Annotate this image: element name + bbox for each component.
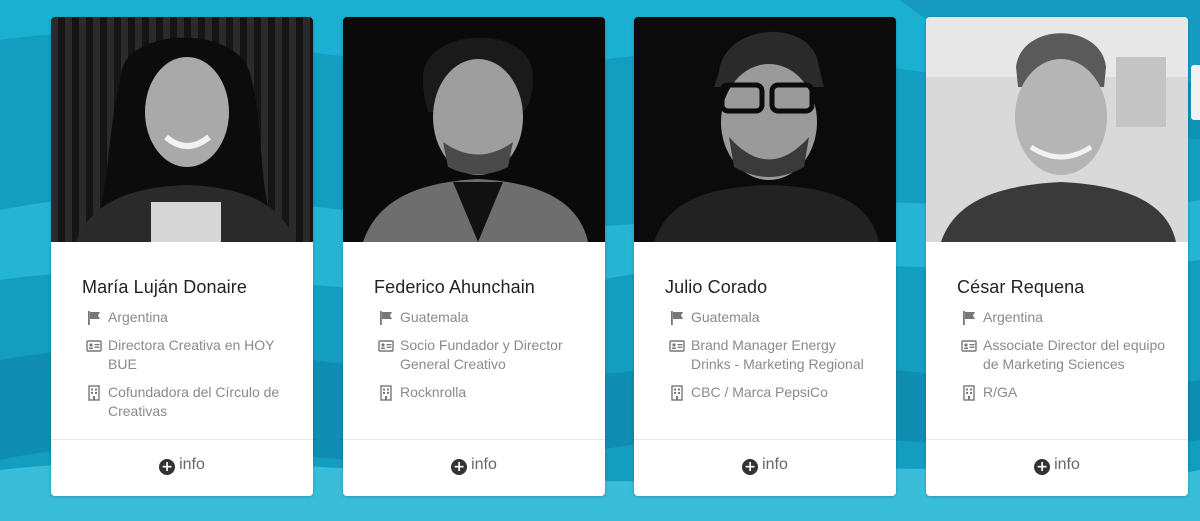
speaker-photo-image [926, 17, 1188, 242]
id-card-icon [669, 340, 685, 352]
speaker-company-text: Cofundadora del Círculo de Creativas [108, 384, 280, 419]
flag-icon [671, 311, 683, 325]
flag-icon [963, 311, 975, 325]
speaker-name: César Requena [957, 277, 1085, 297]
card-divider [634, 439, 896, 440]
speaker-photo [343, 17, 605, 242]
speaker-photo [634, 17, 896, 242]
card-divider [343, 439, 605, 440]
speaker-role-text: Socio Fundador y Director General Creati… [400, 337, 563, 372]
id-card-icon [378, 340, 394, 352]
speaker-role: Brand Manager Energy Drinks - Marketing … [669, 336, 874, 374]
speaker-photo [926, 17, 1188, 242]
speaker-role: Associate Director del equipo de Marketi… [961, 336, 1166, 374]
info-button[interactable]: + info [51, 456, 313, 475]
flag-icon [88, 311, 100, 325]
plus-circle-icon: + [451, 459, 468, 475]
speaker-grid: María Luján Donaire Argentina Directora … [0, 0, 1200, 521]
info-button[interactable]: + info [343, 456, 605, 475]
speaker-company: Cofundadora del Círculo de Creativas [86, 383, 291, 421]
speaker-country-text: Guatemala [400, 309, 469, 325]
speaker-company: R/GA [961, 383, 1166, 402]
speaker-card: Federico Ahunchain Guatemala Socio Funda… [343, 17, 605, 496]
speaker-company: CBC / Marca PepsiCo [669, 383, 874, 402]
plus-circle-icon: + [159, 459, 176, 475]
speaker-country-text: Guatemala [691, 309, 760, 325]
speaker-photo-image [343, 17, 605, 242]
info-button[interactable]: + info [634, 456, 896, 475]
speaker-photo [51, 17, 313, 242]
speaker-name: Julio Corado [665, 277, 768, 297]
speaker-role: Socio Fundador y Director General Creati… [378, 336, 583, 374]
info-button[interactable]: + info [926, 456, 1188, 475]
building-icon [671, 385, 683, 401]
speaker-country: Guatemala [669, 308, 874, 327]
speaker-country: Argentina [86, 308, 291, 327]
building-icon [88, 385, 100, 401]
speaker-name: María Luján Donaire [82, 277, 247, 297]
speaker-country-text: Argentina [983, 309, 1043, 325]
id-card-icon [961, 340, 977, 352]
flag-icon [380, 311, 392, 325]
info-label: info [471, 456, 497, 473]
speaker-name: Federico Ahunchain [374, 277, 535, 297]
speaker-card: César Requena Argentina Associate Direct… [926, 17, 1188, 496]
info-label: info [1054, 456, 1080, 473]
speaker-role-text: Directora Creativa en HOY BUE [108, 337, 275, 372]
speaker-company-text: R/GA [983, 384, 1018, 400]
info-label: info [762, 456, 788, 473]
speaker-country-text: Argentina [108, 309, 168, 325]
plus-circle-icon: + [1034, 459, 1051, 475]
speaker-country: Argentina [961, 308, 1166, 327]
speaker-card: Julio Corado Guatemala Brand Manager Ene… [634, 17, 896, 496]
building-icon [963, 385, 975, 401]
plus-circle-icon: + [742, 459, 759, 475]
speaker-company-text: Rocknrolla [400, 384, 467, 400]
speaker-card: María Luján Donaire Argentina Directora … [51, 17, 313, 496]
speaker-role: Directora Creativa en HOY BUE [86, 336, 291, 374]
speaker-photo-image [634, 17, 896, 242]
card-divider [926, 439, 1188, 440]
speaker-country: Guatemala [378, 308, 583, 327]
speaker-photo-image [51, 17, 313, 242]
speaker-role-text: Brand Manager Energy Drinks - Marketing … [691, 337, 864, 372]
id-card-icon [86, 340, 102, 352]
speaker-company-text: CBC / Marca PepsiCo [691, 384, 828, 400]
building-icon [380, 385, 392, 401]
info-label: info [179, 456, 205, 473]
card-divider [51, 439, 313, 440]
speaker-company: Rocknrolla [378, 383, 583, 402]
speaker-role-text: Associate Director del equipo de Marketi… [983, 337, 1166, 372]
